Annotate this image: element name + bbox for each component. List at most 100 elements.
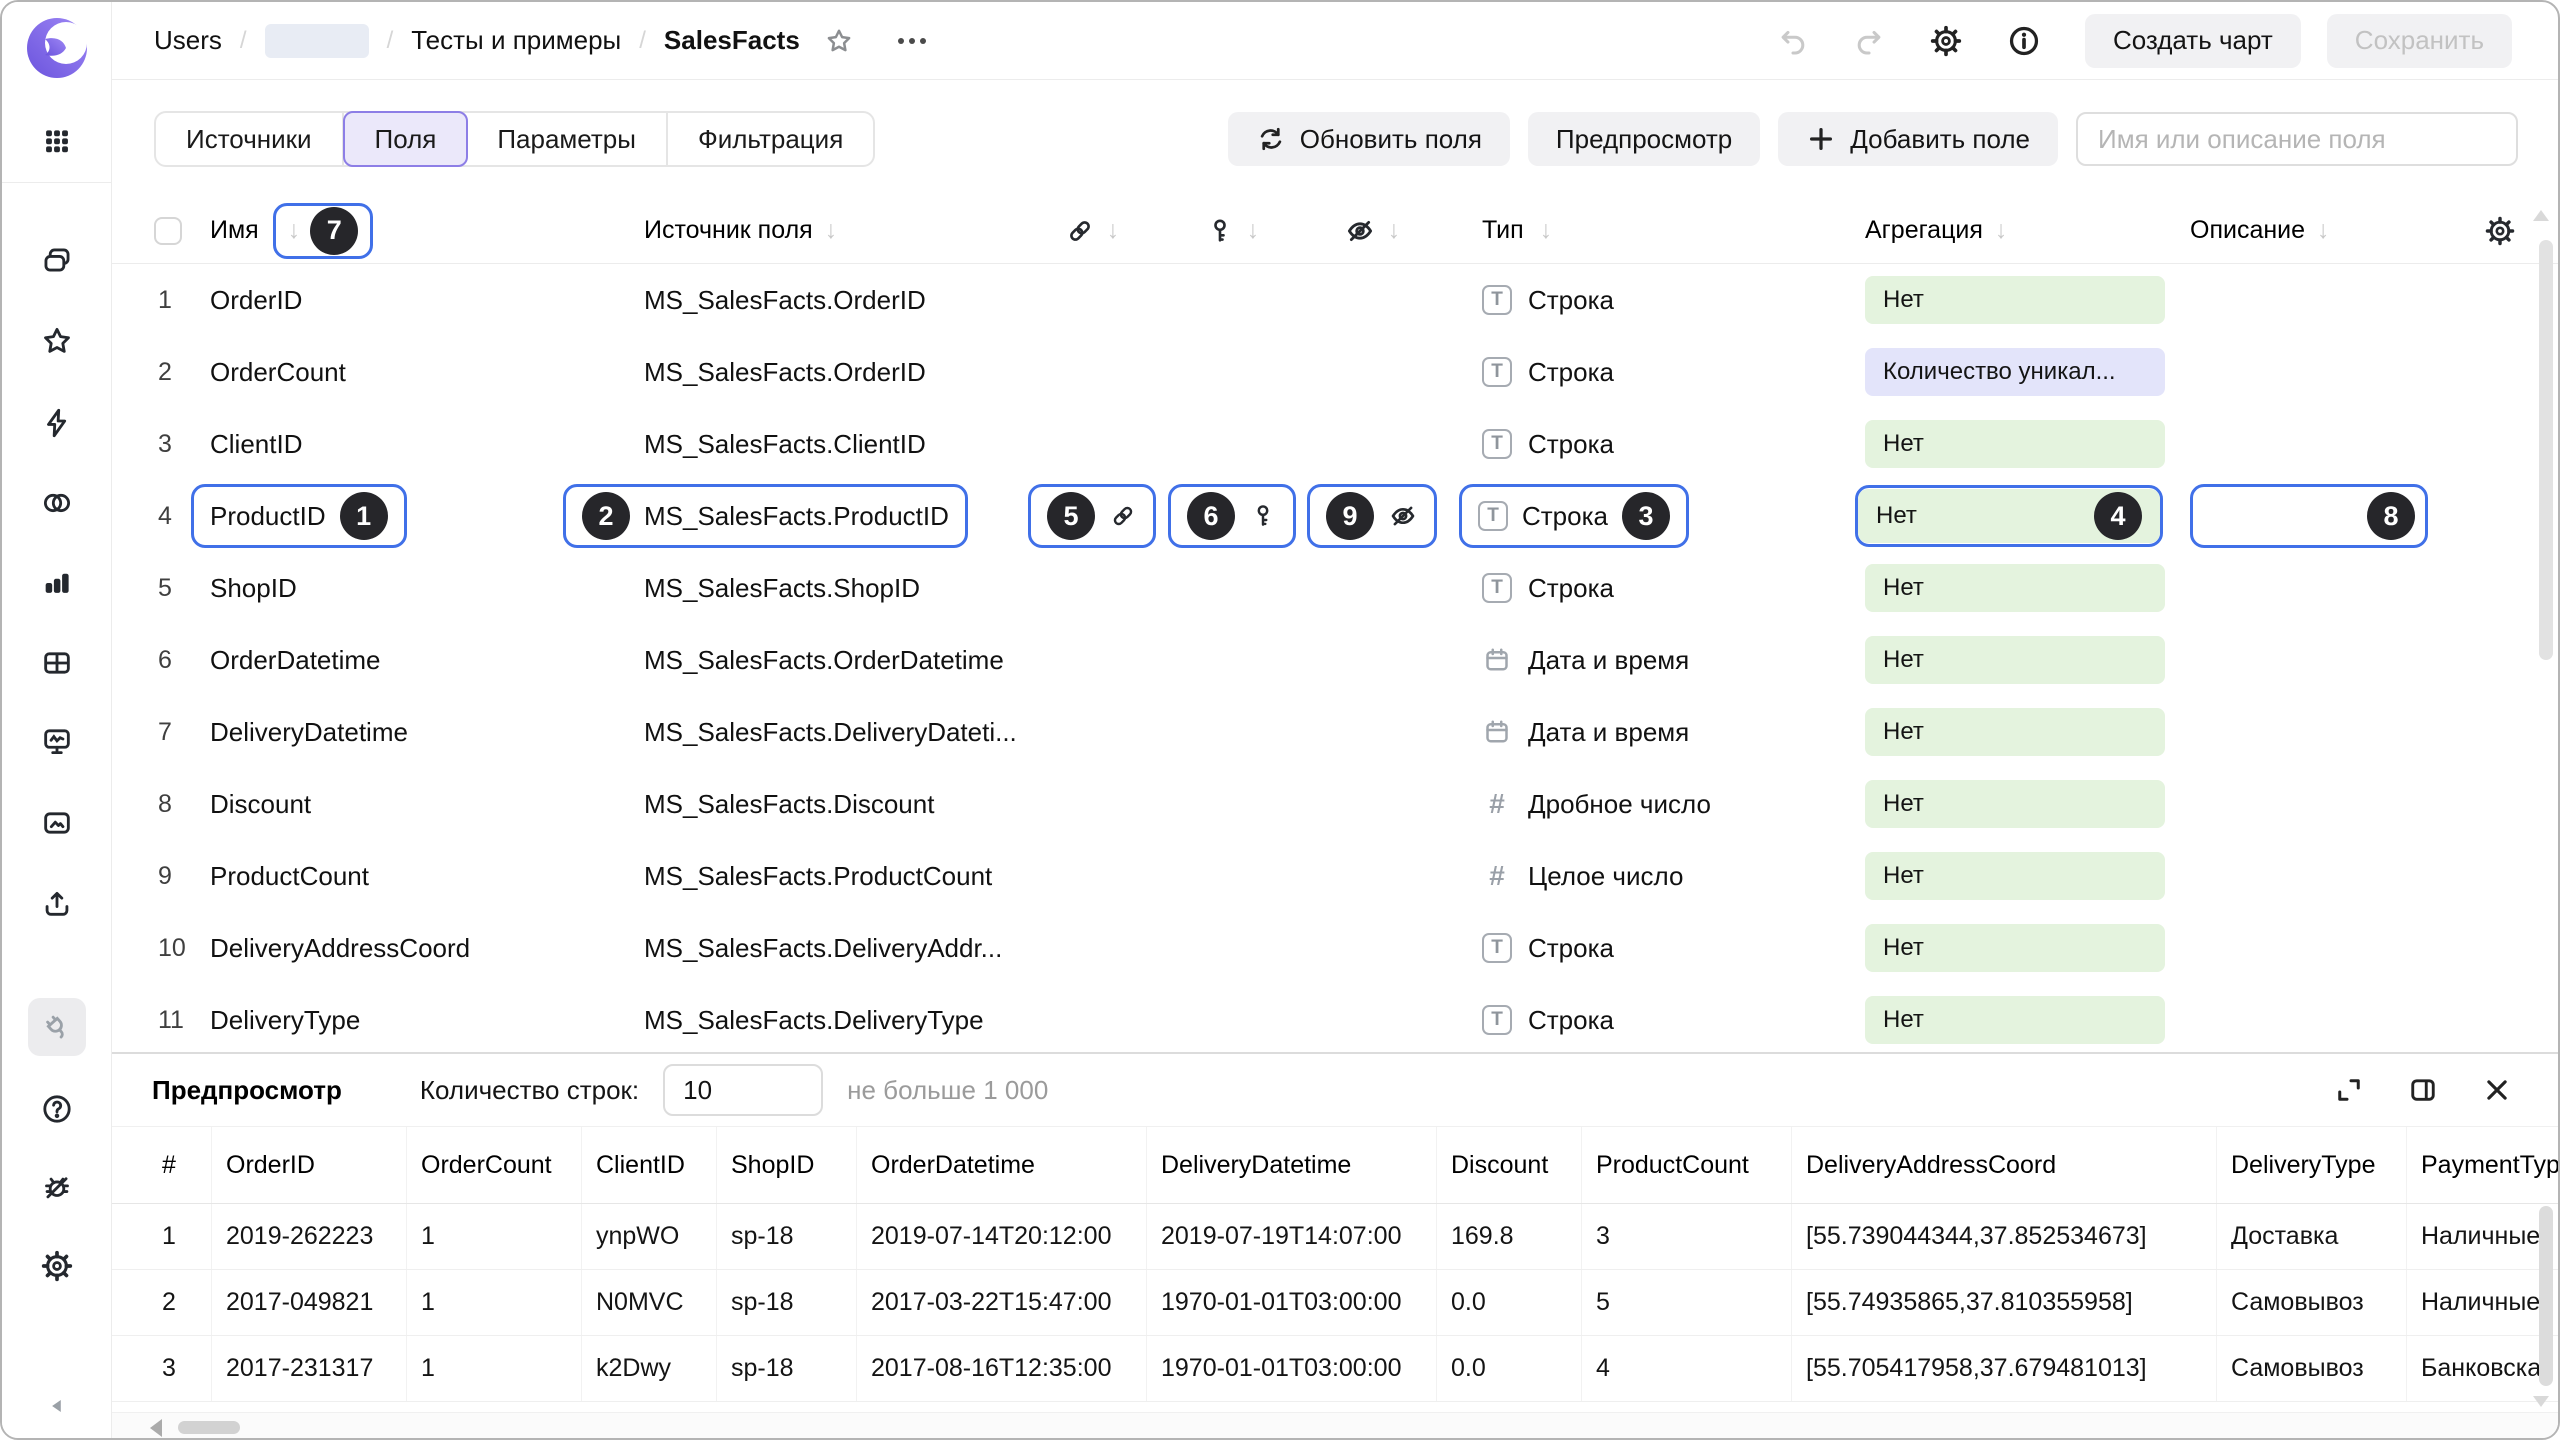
preview-button[interactable]: Предпросмотр	[1528, 112, 1760, 166]
header-aggregation[interactable]: Агрегация↓	[1847, 216, 2182, 245]
tab-filtering[interactable]: Фильтрация	[668, 113, 873, 165]
field-name[interactable]: ProductCount	[210, 861, 562, 892]
field-source[interactable]: MS_SalesFacts.ShopID	[562, 573, 1022, 604]
field-aggregation[interactable]: Нет	[1847, 420, 2182, 468]
field-type[interactable]: # Целое число	[1442, 860, 1847, 892]
field-aggregation[interactable]: Нет	[1847, 276, 2182, 324]
sort-arrow-icon[interactable]: ↓	[825, 216, 838, 245]
field-type[interactable]: Дата и время	[1442, 717, 1847, 748]
field-source[interactable]: MS_SalesFacts.OrderID	[562, 357, 1022, 388]
field-name[interactable]: OrderDatetime	[210, 645, 562, 676]
create-chart-button[interactable]: Создать чарт	[2085, 14, 2301, 68]
save-button[interactable]: Сохранить	[2327, 14, 2512, 68]
field-aggregation[interactable]: Количество уникал...	[1847, 348, 2182, 396]
field-aggregation[interactable]: Нет	[1847, 924, 2182, 972]
apps-grid-icon[interactable]	[28, 112, 86, 170]
tab-fields[interactable]: Поля	[343, 111, 469, 167]
field-link[interactable]: 5	[1022, 484, 1162, 548]
field-source[interactable]: MS_SalesFacts.OrderID	[562, 285, 1022, 316]
header-link[interactable]: ↓	[1022, 216, 1162, 246]
field-aggregation[interactable]: Нет	[1847, 708, 2182, 756]
more-menu-icon[interactable]	[898, 38, 926, 44]
sort-arrow-icon[interactable]: ↓	[288, 216, 301, 245]
field-type[interactable]: T Строка	[1442, 429, 1847, 460]
sidebar-item-relations[interactable]	[28, 474, 86, 532]
breadcrumb-folder[interactable]: Тесты и примеры	[411, 25, 621, 56]
field-type[interactable]: T Строка	[1442, 573, 1847, 604]
field-name[interactable]: DeliveryDatetime	[210, 717, 562, 748]
field-type[interactable]: T Строка 3	[1442, 484, 1847, 548]
field-type[interactable]: # Дробное число	[1442, 788, 1847, 820]
header-hidden[interactable]: ↓	[1302, 215, 1442, 247]
sidebar-item-editor[interactable]	[28, 712, 86, 770]
undo-icon[interactable]	[1777, 25, 1809, 57]
sort-arrow-icon[interactable]: ↓	[1388, 216, 1401, 245]
split-view-icon[interactable]	[2408, 1075, 2438, 1105]
field-type[interactable]: Дата и время	[1442, 645, 1847, 676]
horizontal-scrollbar[interactable]	[178, 1421, 240, 1434]
field-key[interactable]: 6	[1162, 484, 1302, 548]
header-type[interactable]: Тип↓	[1442, 216, 1847, 245]
select-all-checkbox[interactable]	[154, 217, 182, 245]
field-aggregation[interactable]: Нет	[1847, 636, 2182, 684]
sidebar-item-settings[interactable]	[28, 1237, 86, 1295]
field-name[interactable]: DeliveryType	[210, 1005, 562, 1036]
breadcrumb-masked-item[interactable]	[265, 24, 369, 58]
field-name[interactable]: ClientID	[210, 429, 562, 460]
field-type[interactable]: T Строка	[1442, 1005, 1847, 1036]
sidebar-item-upload[interactable]	[28, 874, 86, 932]
field-source[interactable]: MS_SalesFacts.DeliveryType	[562, 1005, 1022, 1036]
tab-parameters[interactable]: Параметры	[467, 113, 668, 165]
field-source[interactable]: MS_SalesFacts.OrderDatetime	[562, 645, 1022, 676]
info-icon[interactable]	[2007, 24, 2041, 58]
tab-sources[interactable]: Источники	[156, 113, 344, 165]
field-source[interactable]: MS_SalesFacts.Discount	[562, 789, 1022, 820]
close-icon[interactable]	[2482, 1075, 2512, 1105]
sidebar-item-collections[interactable]	[28, 232, 86, 290]
preview-vertical-scrollbar[interactable]	[2539, 1206, 2553, 1386]
scrollbar-down-arrow[interactable]	[2533, 1396, 2549, 1407]
sidebar-item-help[interactable]	[28, 1080, 86, 1138]
scrollbar-left-arrow[interactable]	[150, 1419, 162, 1437]
field-source[interactable]: 2 MS_SalesFacts.ProductID	[562, 484, 1022, 548]
sort-arrow-icon[interactable]: ↓	[1995, 216, 2008, 245]
field-aggregation[interactable]: Нет	[1847, 852, 2182, 900]
field-type[interactable]: T Строка	[1442, 357, 1847, 388]
header-key[interactable]: ↓	[1162, 216, 1302, 246]
field-description[interactable]: 8	[2182, 484, 2442, 548]
field-aggregation[interactable]: Нет	[1847, 996, 2182, 1044]
field-search-input[interactable]	[2076, 112, 2518, 166]
sidebar-item-connections[interactable]	[28, 998, 86, 1056]
header-description[interactable]: Описание↓	[2182, 216, 2442, 245]
field-source[interactable]: MS_SalesFacts.DeliveryAddr...	[562, 933, 1022, 964]
sidebar-item-charts[interactable]	[28, 554, 86, 612]
field-hidden[interactable]: 9	[1302, 484, 1442, 548]
field-name[interactable]: OrderID	[210, 285, 562, 316]
sidebar-item-debug[interactable]	[28, 1158, 86, 1216]
field-name[interactable]: ShopID	[210, 573, 562, 604]
breadcrumb-users[interactable]: Users	[154, 25, 222, 56]
field-name[interactable]: Discount	[210, 789, 562, 820]
favorite-star-icon[interactable]	[824, 26, 854, 56]
datalens-logo-icon[interactable]	[25, 16, 89, 80]
header-name[interactable]: Имя ↓ 7	[210, 203, 562, 259]
field-aggregation[interactable]: Нет	[1847, 564, 2182, 612]
add-field-button[interactable]: Добавить поле	[1778, 112, 2058, 166]
refresh-fields-button[interactable]: Обновить поля	[1228, 112, 1510, 166]
expand-icon[interactable]	[2334, 1075, 2364, 1105]
sidebar-item-favorites[interactable]	[28, 312, 86, 370]
field-source[interactable]: MS_SalesFacts.ProductCount	[562, 861, 1022, 892]
scrollbar-up-arrow[interactable]	[2533, 210, 2549, 221]
sidebar-item-gallery[interactable]	[28, 794, 86, 852]
sort-arrow-icon[interactable]: ↓	[2317, 216, 2330, 245]
field-name[interactable]: DeliveryAddressCoord	[210, 933, 562, 964]
sidebar-item-quick-actions[interactable]	[28, 394, 86, 452]
sort-arrow-icon[interactable]: ↓	[1540, 216, 1553, 245]
field-source[interactable]: MS_SalesFacts.ClientID	[562, 429, 1022, 460]
header-source[interactable]: Источник поля↓	[562, 216, 1022, 245]
field-source[interactable]: MS_SalesFacts.DeliveryDateti...	[562, 717, 1022, 748]
row-count-input[interactable]	[663, 1064, 823, 1116]
redo-icon[interactable]	[1853, 25, 1885, 57]
settings-gear-icon[interactable]	[1929, 24, 1963, 58]
vertical-scrollbar[interactable]	[2539, 240, 2553, 660]
